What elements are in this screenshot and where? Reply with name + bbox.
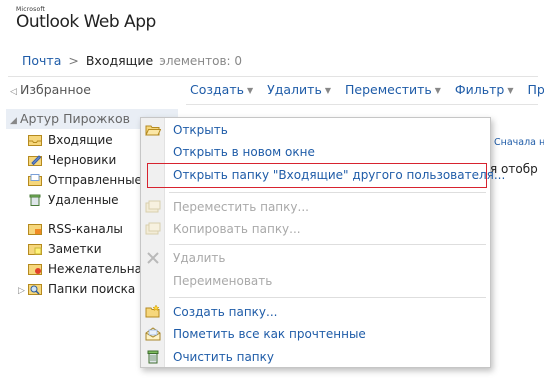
brand-app-name: Outlook Web App xyxy=(16,12,156,32)
folder-label: Папки поиска xyxy=(48,282,136,296)
folder-item-drafts[interactable]: Черновики xyxy=(28,151,116,169)
breadcrumb-separator: > xyxy=(68,53,79,68)
folder-item-search-folders[interactable]: ▷ Папки поиска xyxy=(18,280,135,298)
rss-folder-icon xyxy=(28,224,42,235)
item-count: элементов: 0 xyxy=(159,54,243,68)
favorites-label: Избранное xyxy=(20,82,91,97)
menu-separator xyxy=(169,192,486,193)
folder-label: RSS-каналы xyxy=(48,222,123,236)
create-button[interactable]: Создать ▼ xyxy=(190,82,253,97)
open-folder-icon xyxy=(145,125,161,136)
expand-triangle-icon[interactable]: ◢ xyxy=(10,111,20,131)
notes-icon xyxy=(28,244,42,255)
expand-triangle-icon[interactable]: ▷ xyxy=(18,282,28,300)
menu-separator xyxy=(169,297,486,298)
header-divider xyxy=(8,76,538,77)
folder-context-menu: Открыть Открыть в новом окне Открыть пап… xyxy=(140,117,505,368)
deleted-icon xyxy=(29,194,41,206)
delete-button[interactable]: Удалить ▼ xyxy=(267,82,331,97)
toolbar: Создать▼ Удалить▼ Переместить▼ Фильтр▼ Просм xyxy=(190,82,544,97)
folder-label: Входящие xyxy=(48,133,113,147)
menu-item-mark-all-read[interactable]: Пометить все как прочтенные xyxy=(141,324,490,344)
menu-item-move-folder[interactable]: Переместить папку... xyxy=(141,197,490,217)
filter-button[interactable]: Фильтр ▼ xyxy=(455,82,514,97)
menu-separator xyxy=(169,244,486,245)
menu-item-copy-folder[interactable]: Копировать папку... xyxy=(141,219,490,239)
inbox-icon xyxy=(28,135,42,146)
folder-label: Черновики xyxy=(48,153,117,167)
move-folder-icon xyxy=(145,200,161,213)
breadcrumb-current-folder: Входящие xyxy=(85,53,154,68)
chevron-down-icon: ▼ xyxy=(324,86,331,95)
view-button[interactable]: Просм xyxy=(528,82,544,97)
folder-item-inbox[interactable]: Входящие xyxy=(28,131,113,149)
empty-folder-icon xyxy=(147,350,159,364)
mark-read-envelope-icon xyxy=(145,327,161,341)
breadcrumb-mail-link[interactable]: Почта xyxy=(22,53,61,68)
menu-item-open[interactable]: Открыть xyxy=(141,120,490,140)
folder-item-deleted[interactable]: Удаленные xyxy=(28,191,119,209)
collapse-triangle-icon[interactable]: ◁ xyxy=(10,87,20,97)
folder-item-rss[interactable]: RSS-каналы xyxy=(28,220,123,238)
folder-label: Удаленные xyxy=(48,193,119,207)
folder-label: Нежелательная xyxy=(48,262,150,276)
search-folders-icon xyxy=(28,284,42,295)
chevron-down-icon: ▼ xyxy=(507,86,514,95)
drafts-icon xyxy=(28,155,42,166)
copy-folder-icon xyxy=(145,222,161,235)
menu-item-create-folder[interactable]: Создать папку... xyxy=(141,302,490,322)
folder-item-junk[interactable]: Нежелательная xyxy=(28,260,149,278)
highlight-frame xyxy=(147,163,487,188)
favorites-node[interactable]: ◁ Избранное xyxy=(10,82,91,97)
sort-order-link[interactable]: Сначала н▼ xyxy=(494,137,544,148)
new-folder-icon xyxy=(145,305,160,318)
menu-item-open-new-window[interactable]: Открыть в новом окне xyxy=(141,142,490,162)
menu-item-delete[interactable]: Удалить xyxy=(141,248,490,268)
sent-icon xyxy=(28,174,42,186)
delete-x-icon xyxy=(147,252,159,264)
folder-item-sent[interactable]: Отправленные xyxy=(28,171,142,189)
menu-item-rename[interactable]: Переименовать xyxy=(141,271,490,291)
mailbox-owner-label: Артур Пирожков xyxy=(20,111,131,126)
menu-item-empty-folder[interactable]: Очистить папку xyxy=(141,347,490,367)
folder-item-notes[interactable]: Заметки xyxy=(28,240,102,258)
breadcrumb: Почта > Входящие элементов: 0 xyxy=(22,53,242,68)
toolbar-divider xyxy=(186,104,538,105)
chevron-down-icon: ▼ xyxy=(434,86,441,95)
chevron-down-icon: ▼ xyxy=(246,86,254,95)
move-button[interactable]: Переместить ▼ xyxy=(345,82,441,97)
junk-icon xyxy=(28,264,42,275)
folder-label: Отправленные xyxy=(48,173,142,187)
folder-label: Заметки xyxy=(48,242,102,256)
app-logo: Microsoft Outlook Web App xyxy=(16,6,156,31)
